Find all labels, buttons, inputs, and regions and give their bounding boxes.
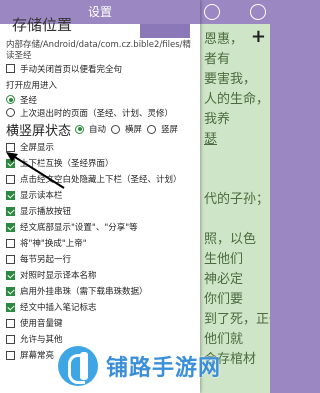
radio-label: 自动 xyxy=(89,125,107,135)
watermark-text: 铺路手游网 xyxy=(106,356,222,381)
option-row[interactable]: 启用外挂串珠（需下载串珠数据） xyxy=(6,283,194,299)
option-label: 使用音量键 xyxy=(20,319,63,329)
radio-label: 上次退出时的页面（圣经、计划、灵修） xyxy=(20,108,174,119)
option-label: 显示播放按钮 xyxy=(20,207,72,217)
settings-dialog: 设置 存储位置 内部存储/Android/data/com.cz.bible2/… xyxy=(0,0,200,393)
option-row[interactable]: 对照时显示译本名称 xyxy=(6,267,194,283)
orientation-auto[interactable]: 自动 xyxy=(75,123,106,135)
checkbox[interactable] xyxy=(6,286,15,296)
option-label: 允许与其他 xyxy=(20,335,63,345)
orientation-landscape[interactable]: 横屏 xyxy=(111,123,142,135)
radio-button[interactable] xyxy=(6,95,15,104)
option-label: 屏幕常亮 xyxy=(20,351,55,361)
storage-section: 存储位置 xyxy=(6,16,194,50)
checkbox[interactable] xyxy=(6,190,15,200)
option-label: 经文底部显示"设置"、"分享"等 xyxy=(20,223,138,233)
option-label: 显示读本栏 xyxy=(20,191,63,201)
radio-label: 竖屏 xyxy=(161,125,179,135)
bg-line: 代的子孙； xyxy=(204,192,270,207)
bg-line: 照，以色 xyxy=(204,232,257,247)
option-label: 对照时显示译本名称 xyxy=(20,271,97,281)
bg-line: 生他们 xyxy=(204,252,244,267)
option-label: 每节另起一行 xyxy=(20,255,72,265)
open-last-checkbox-row[interactable]: 手动关闭首页以便看完全句 xyxy=(6,62,194,75)
bg-line: 要害我， xyxy=(204,72,257,87)
bg-line: 人的生命， xyxy=(204,92,270,107)
option-label: 经文中插入笔记标志 xyxy=(20,303,97,313)
option-label: 将"神"换成"上帝" xyxy=(20,239,87,249)
bg-line: 瑟 xyxy=(204,132,218,147)
background-toolbar xyxy=(200,0,270,24)
checkbox[interactable] xyxy=(6,64,15,73)
option-row[interactable]: 使用音量键 xyxy=(6,315,194,331)
option-row[interactable]: 经文中插入笔记标志 xyxy=(6,299,194,315)
bg-line: 我养 xyxy=(204,112,231,127)
watermark-logo-icon xyxy=(58,346,98,386)
option-row[interactable]: 经文底部显示"设置"、"分享"等 xyxy=(6,219,194,235)
watermark: 铺路手游网 xyxy=(58,343,263,389)
checkbox[interactable] xyxy=(6,318,15,328)
checkbox[interactable] xyxy=(6,238,15,248)
radio-label: 横屏 xyxy=(125,125,143,135)
orientation-portrait[interactable]: 竖屏 xyxy=(147,123,178,135)
option-label: 启用外挂串珠（需下载串珠数据） xyxy=(20,287,148,297)
storage-heading: 存储位置 xyxy=(12,16,73,34)
option-row[interactable]: 每节另起一行 xyxy=(6,251,194,267)
orientation-heading: 横竖屏状态 xyxy=(6,123,72,139)
checkbox[interactable] xyxy=(6,206,15,216)
background-icon-a xyxy=(204,4,220,20)
background-icon-b xyxy=(250,4,266,20)
bg-line: 神必定 xyxy=(204,272,244,287)
radio-button[interactable] xyxy=(111,124,121,134)
option-row[interactable]: 显示播放按钮 xyxy=(6,203,194,219)
bg-line: 者有 xyxy=(204,52,231,67)
pointer-arrow-icon xyxy=(6,152,65,189)
radio-button[interactable] xyxy=(6,108,15,117)
background-bible-text: 恩惠， 者有 要害我， 人的生命， 我养 瑟 代的子孙； 照，以色 生他们 神必… xyxy=(200,24,270,393)
bg-line: 你们要 xyxy=(204,292,244,307)
radio-button[interactable] xyxy=(147,124,157,134)
radio-button[interactable] xyxy=(75,124,85,134)
dialog-content: 存储位置 内部存储/Android/data/com.cz.bible2/fil… xyxy=(0,16,200,363)
checkbox[interactable] xyxy=(6,334,15,344)
radio-bible[interactable]: 圣经 xyxy=(6,93,194,106)
open-app-label: 打开应用进入 xyxy=(6,81,58,91)
bg-line: 到了死，正一 xyxy=(204,312,270,327)
orientation-row: 横竖屏状态 自动 横屏 竖屏 xyxy=(6,121,194,139)
checkbox[interactable] xyxy=(6,350,15,360)
radio-last-page[interactable]: 上次退出时的页面（圣经、计划、灵修） xyxy=(6,106,194,119)
checkbox[interactable] xyxy=(6,302,15,312)
change-storage-button[interactable] xyxy=(140,24,190,38)
radio-label: 圣经 xyxy=(20,95,38,106)
checkbox[interactable] xyxy=(6,270,15,280)
checkbox-label: 手动关闭首页以便看完全句 xyxy=(20,64,123,75)
option-row[interactable]: 将"神"换成"上帝" xyxy=(6,235,194,251)
checkbox[interactable] xyxy=(6,222,15,232)
add-icon[interactable]: + xyxy=(251,26,266,47)
checkbox[interactable] xyxy=(6,254,15,264)
